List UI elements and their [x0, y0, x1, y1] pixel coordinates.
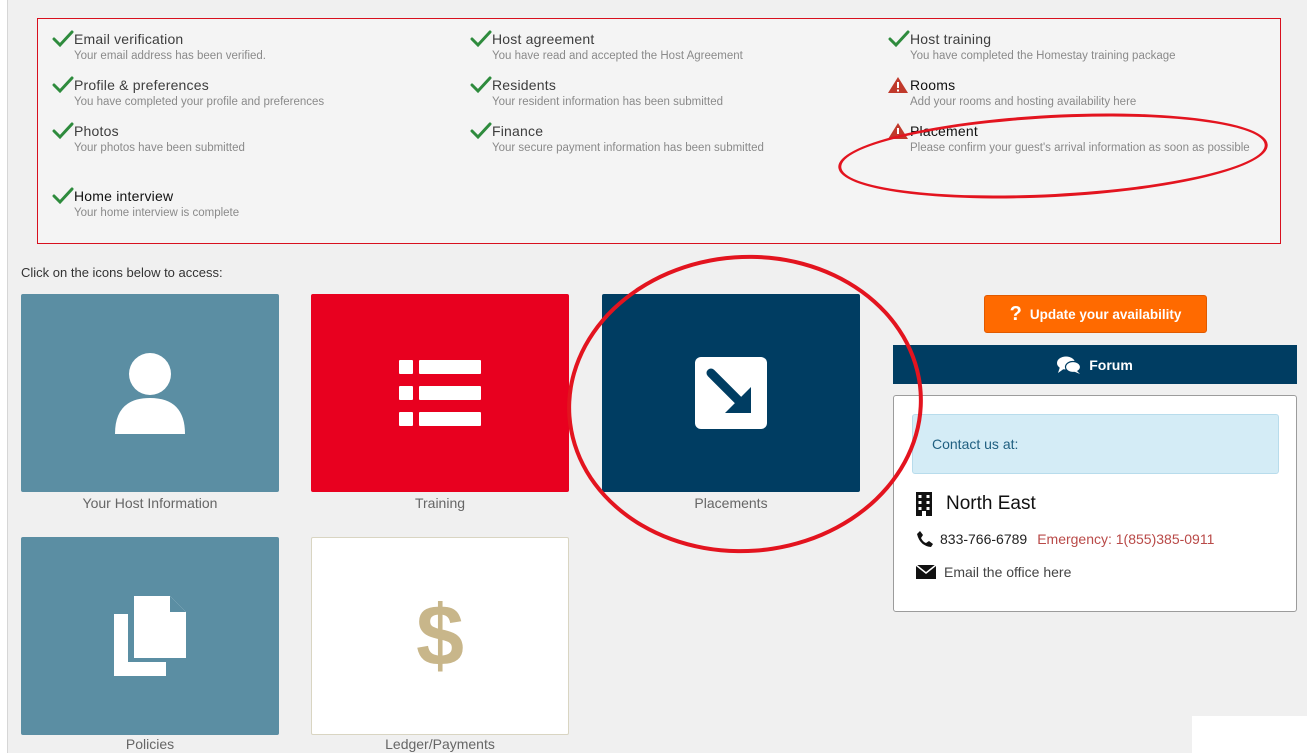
warning-icon: [888, 123, 908, 139]
tile-label-placements[interactable]: Placements: [602, 495, 860, 511]
tiles-prompt: Click on the icons below to access:: [21, 265, 223, 280]
check-icon: [52, 76, 74, 94]
envelope-icon: [916, 565, 936, 579]
tile-placements[interactable]: [602, 294, 860, 492]
tile-host-information[interactable]: [21, 294, 279, 492]
svg-text:$: $: [416, 593, 464, 679]
status-desc: Add your rooms and hosting availability …: [910, 96, 1137, 108]
contact-phone[interactable]: 833-766-6789: [940, 531, 1027, 547]
arrow-down-right-icon: [695, 357, 767, 429]
dollar-icon: $: [416, 593, 464, 679]
contact-emergency[interactable]: Emergency: 1(855)385-0911: [1037, 531, 1214, 547]
status-desc: Your photos have been submitted: [74, 142, 245, 154]
status-desc: Please confirm your guest's arrival info…: [910, 142, 1250, 154]
status-title: Host agreement: [492, 31, 595, 47]
contact-phone-row: 833-766-6789 Emergency: 1(855)385-0911: [916, 530, 1214, 548]
check-icon: [888, 30, 910, 48]
status-title: Placement: [910, 123, 978, 139]
status-title: Email verification: [74, 31, 184, 47]
tile-label-policies[interactable]: Policies: [21, 736, 279, 752]
status-rooms[interactable]: Rooms Add your rooms and hosting availab…: [888, 76, 1288, 110]
status-title: Photos: [74, 123, 119, 139]
check-icon: [470, 76, 492, 94]
contact-email-row[interactable]: Email the office here: [916, 564, 1071, 580]
page-left-edge: [0, 0, 8, 753]
contact-region: North East: [916, 492, 1036, 516]
status-residents: Residents Your resident information has …: [470, 76, 870, 110]
status-finance: Finance Your secure payment information …: [470, 122, 870, 156]
status-desc: Your email address has been verified.: [74, 50, 266, 62]
tile-label-host[interactable]: Your Host Information: [21, 495, 279, 511]
onboarding-status-panel: Email verification Your email address ha…: [37, 18, 1281, 244]
region-name: North East: [946, 493, 1036, 514]
check-icon: [52, 187, 74, 205]
forum-label: Forum: [1089, 356, 1133, 373]
status-title: Home interview: [74, 188, 174, 204]
update-availability-label: Update your availability: [1029, 306, 1182, 322]
status-desc: You have completed the Homestay training…: [910, 50, 1176, 62]
comments-icon: [1057, 356, 1082, 374]
phone-icon: [917, 531, 933, 547]
contact-heading: Contact us at:: [932, 436, 1019, 452]
tile-training[interactable]: [311, 294, 569, 492]
corner-overlay: [1192, 716, 1307, 753]
email-office-link[interactable]: Email the office here: [944, 564, 1071, 580]
list-icon: [399, 360, 481, 426]
status-title: Rooms: [910, 77, 956, 93]
forum-button[interactable]: Forum: [893, 345, 1297, 384]
tile-policies[interactable]: [21, 537, 279, 735]
status-title: Host training: [910, 31, 992, 47]
status-title: Profile & preferences: [74, 77, 209, 93]
tile-ledger-payments[interactable]: $: [311, 537, 569, 735]
status-photos: Photos Your photos have been submitted: [52, 122, 452, 156]
building-icon: [916, 492, 932, 516]
contact-panel: Contact us at: North East 833-766-6789 E…: [893, 395, 1297, 612]
status-title: Finance: [492, 123, 544, 139]
status-placement[interactable]: Placement Please confirm your guest's ar…: [888, 122, 1258, 156]
copy-icon: [114, 596, 186, 676]
tile-label-training[interactable]: Training: [311, 495, 569, 511]
status-email-verification: Email verification Your email address ha…: [52, 30, 452, 64]
status-desc: Your secure payment information has been…: [492, 142, 764, 154]
update-availability-button[interactable]: ? Update your availability: [984, 295, 1207, 333]
check-icon: [52, 122, 74, 140]
status-desc: Your resident information has been submi…: [492, 96, 723, 108]
status-host-agreement: Host agreement You have read and accepte…: [470, 30, 870, 64]
tile-label-ledger[interactable]: Ledger/Payments: [311, 736, 569, 752]
status-desc: You have completed your profile and pref…: [74, 96, 325, 108]
check-icon: [52, 30, 74, 48]
contact-heading-box: Contact us at:: [912, 414, 1279, 474]
status-profile-preferences: Profile & preferences You have completed…: [52, 76, 452, 110]
check-icon: [470, 30, 492, 48]
check-icon: [470, 122, 492, 140]
status-home-interview: Home interview Your home interview is co…: [52, 187, 452, 221]
question-icon: ?: [1009, 302, 1022, 325]
status-desc: You have read and accepted the Host Agre…: [492, 50, 743, 62]
status-title: Residents: [492, 77, 557, 93]
status-host-training: Host training You have completed the Hom…: [888, 30, 1288, 64]
user-icon: [115, 353, 185, 434]
status-desc: Your home interview is complete: [74, 207, 240, 219]
warning-icon: [888, 77, 908, 93]
